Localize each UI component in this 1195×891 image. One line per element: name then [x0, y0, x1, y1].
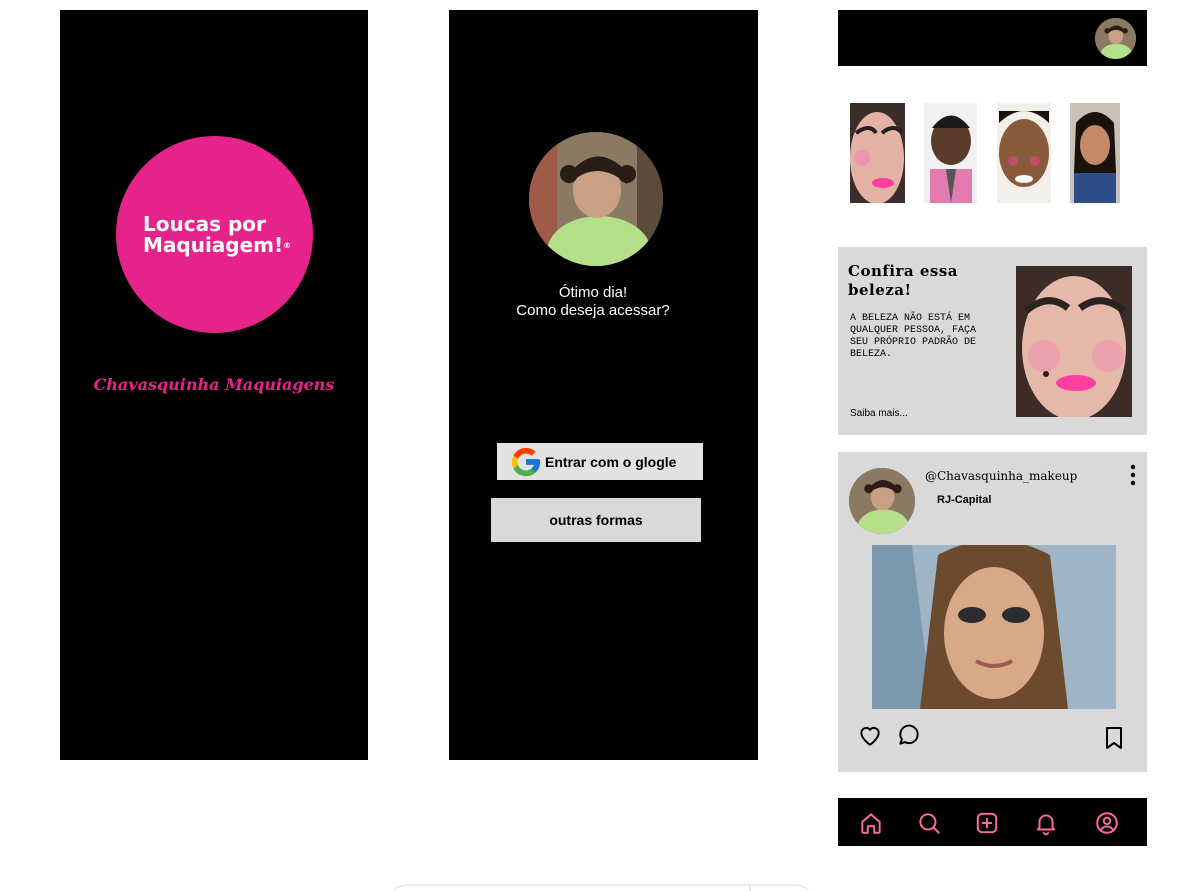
app-logo: Loucas por Maquiagem!® — [116, 136, 313, 333]
promo-face — [1016, 266, 1132, 417]
add-icon[interactable] — [974, 810, 1000, 836]
avatar-portrait-small — [1095, 18, 1136, 59]
post-avatar-portrait — [849, 468, 915, 534]
greeting: Ótimo dia! Como deseja acessar? — [449, 284, 737, 320]
other-login-button[interactable]: outras formas — [491, 498, 701, 542]
story-1-image — [850, 103, 905, 203]
more-options-icon[interactable] — [1129, 464, 1137, 486]
profile-avatar[interactable] — [1095, 18, 1136, 59]
bottom-nav — [838, 798, 1147, 846]
heart-icon[interactable] — [857, 722, 883, 748]
registered-mark: ® — [283, 240, 292, 250]
post-author-avatar[interactable] — [849, 468, 915, 534]
promo-image — [1016, 266, 1132, 417]
logo-line-2-text: Maquiagem! — [143, 232, 284, 257]
promo-body: A BELEZA NÃO ESTÁ EM QUALQUER PESSOA, FA… — [850, 313, 977, 360]
promo-title: Confira essa beleza! — [848, 262, 958, 300]
post-location: RJ-Capital — [937, 494, 992, 506]
story-3[interactable] — [997, 103, 1051, 203]
profile-icon[interactable] — [1094, 810, 1120, 836]
comment-icon[interactable] — [896, 722, 922, 748]
promo-card[interactable]: Confira essa beleza! A BELEZA NÃO ESTÁ E… — [838, 247, 1147, 435]
splash-screen: Loucas por Maquiagem!® Chavasquinha Maqu… — [60, 10, 368, 760]
story-2[interactable] — [924, 103, 977, 203]
google-login-label: Entrar com o glogle — [545, 453, 677, 470]
post-handle[interactable]: @Chavasquinha_makeup — [925, 469, 1077, 483]
post-image[interactable] — [872, 545, 1116, 709]
search-icon[interactable] — [916, 810, 942, 836]
story-3-image — [997, 103, 1051, 203]
google-login-button[interactable]: Entrar com o glogle — [497, 443, 703, 480]
promo-title-line-2: beleza! — [848, 281, 912, 299]
learn-more-link[interactable]: Saiba mais... — [850, 408, 908, 419]
post-photo — [872, 545, 1116, 709]
post-card: @Chavasquinha_makeup RJ-Capital — [838, 452, 1147, 772]
user-avatar — [529, 132, 663, 266]
greeting-line-2: Como deseja acessar? — [516, 302, 670, 319]
story-2-image — [924, 103, 977, 203]
promo-title-line-1: Confira essa — [848, 262, 958, 280]
bell-icon[interactable] — [1033, 810, 1059, 836]
story-4[interactable] — [1070, 103, 1120, 203]
login-screen: Ótimo dia! Como deseja acessar? Entrar c… — [449, 10, 758, 760]
brand-name: Chavasquinha Maquiagens — [93, 375, 335, 394]
story-1[interactable] — [850, 103, 905, 203]
canvas-edge-fragment — [393, 884, 809, 891]
bookmark-icon[interactable] — [1102, 725, 1126, 751]
avatar-portrait — [529, 132, 663, 266]
story-4-image — [1070, 103, 1120, 203]
google-g-icon — [511, 447, 541, 476]
home-icon[interactable] — [858, 810, 884, 836]
top-bar — [838, 10, 1147, 66]
logo-line-1: Loucas por — [143, 211, 266, 236]
greeting-line-1: Ótimo dia! — [558, 284, 628, 301]
logo-line-2: Maquiagem!® — [143, 232, 313, 257]
